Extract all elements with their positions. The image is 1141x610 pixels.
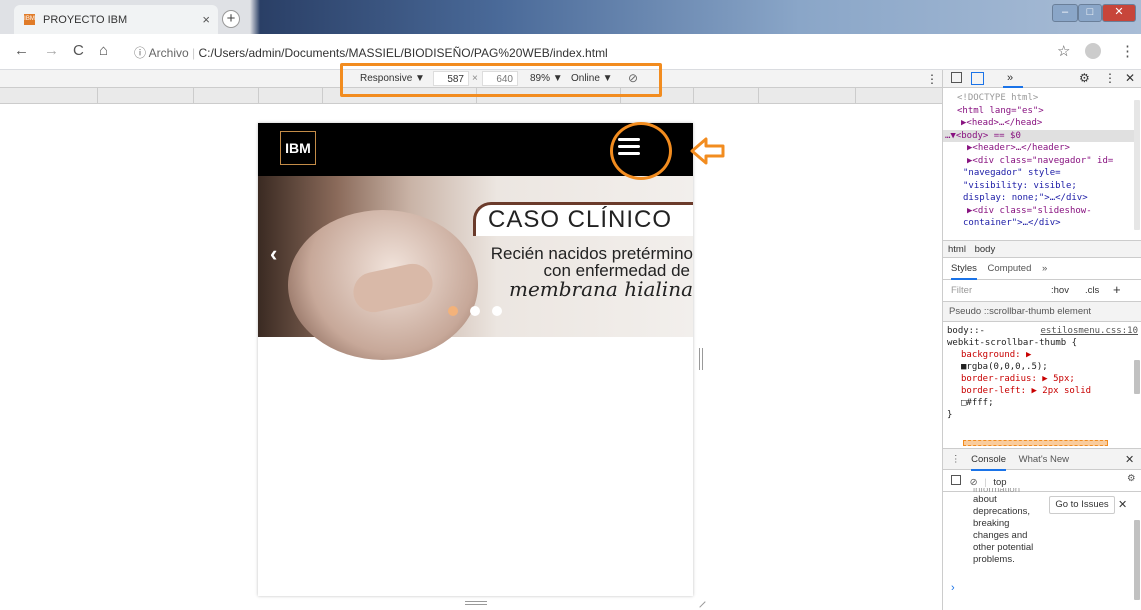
- console-line-1: about: [973, 494, 997, 505]
- settings-gear-icon[interactable]: ⚙: [1079, 71, 1090, 85]
- sidebar-toggle-icon[interactable]: [951, 475, 961, 485]
- console-context-select[interactable]: top: [993, 477, 1006, 488]
- minimize-button[interactable]: –: [1052, 4, 1078, 22]
- slide-dot-2[interactable]: [470, 306, 480, 316]
- elements-tree[interactable]: <!DOCTYPE html> <html lang="es"> ▶<head>…: [943, 88, 1141, 240]
- site-info-icon[interactable]: ⓘ Archivo: [134, 46, 189, 60]
- inspect-icon[interactable]: [951, 72, 962, 83]
- slide-title: CASO CLÍNICO: [473, 202, 693, 236]
- url-text: C:/Users/admin/Documents/MASSIEL/BIODISE…: [198, 46, 608, 60]
- maximize-button[interactable]: □: [1078, 4, 1102, 22]
- more-panels-icon[interactable]: »: [1007, 72, 1013, 84]
- styles-more-icon[interactable]: »: [1042, 263, 1047, 274]
- tab-whats-new[interactable]: What's New: [1019, 454, 1069, 465]
- console-line-4: changes and: [973, 530, 1028, 541]
- slide-prev-icon[interactable]: ‹: [270, 241, 277, 267]
- resize-handle-right[interactable]: [699, 348, 703, 370]
- dom-div-navegador[interactable]: ▶<div class="navegador" id=: [957, 155, 1138, 168]
- devtools-panel: » ⚙ ⋮ ✕ <!DOCTYPE html> <html lang="es">…: [942, 70, 1141, 610]
- console-message: information about deprecations, breaking…: [973, 488, 1053, 566]
- styles-filter-row: Filter :hov .cls +: [943, 280, 1141, 302]
- rule-selector[interactable]: body::-: [947, 326, 985, 336]
- console-prompt[interactable]: ›: [951, 582, 955, 594]
- rule-prop-2[interactable]: border-radius: ▶ 5px;: [947, 373, 1138, 385]
- rule-prop-1[interactable]: background: ▶: [947, 349, 1138, 361]
- dom-div-slideshow[interactable]: ▶<div class="slideshow-: [957, 205, 1138, 218]
- new-rule-button[interactable]: +: [1113, 282, 1121, 297]
- dom-head[interactable]: ▶<head>…</head>: [957, 117, 1138, 130]
- tab-title: PROYECTO IBM: [43, 13, 128, 26]
- dom-div-navegador-3: "visibility: visible;: [963, 180, 1077, 191]
- device-toggle-icon[interactable]: [971, 72, 984, 85]
- elements-scrollbar[interactable]: [1134, 100, 1140, 230]
- device-more-icon[interactable]: ⋮: [926, 72, 938, 86]
- pointer-arrow-icon: [690, 137, 725, 165]
- clear-console-icon[interactable]: ⊘: [970, 477, 978, 488]
- devtools-toolbar: » ⚙ ⋮ ✕: [943, 70, 1141, 88]
- tab-favicon: IBM: [24, 14, 35, 25]
- rule-close: }: [947, 410, 953, 420]
- slideshow: ‹ CASO CLÍNICO Recién nacidos pretérmino…: [258, 176, 693, 360]
- device-toolbar-highlight: [340, 63, 662, 97]
- dismiss-issues-icon[interactable]: ✕: [1118, 498, 1127, 511]
- slide-dot-3[interactable]: [492, 306, 502, 316]
- console-line-2: deprecations,: [973, 506, 1031, 517]
- drawer-close-icon[interactable]: ✕: [1125, 453, 1134, 466]
- pseudo-element-header: Pseudo ::scrollbar-thumb element: [943, 302, 1141, 322]
- console-settings-icon[interactable]: ⚙: [1127, 473, 1136, 484]
- go-to-issues-button[interactable]: Go to Issues: [1049, 496, 1115, 514]
- browser-menu-icon[interactable]: ⋮: [1120, 42, 1135, 60]
- console-line-5: other potential: [973, 542, 1034, 553]
- css-rule[interactable]: body::- estilosmenu.css:10 webkit-scrollb…: [943, 322, 1141, 422]
- drawer-menu-icon[interactable]: ⋮: [951, 454, 961, 465]
- tab-styles[interactable]: Styles: [951, 263, 977, 280]
- url-field[interactable]: ⓘ Archivo | C:/Users/admin/Documents/MAS…: [134, 44, 608, 61]
- slide-subtitle-line3: membrana hialina: [508, 277, 693, 301]
- console-line-3: breaking: [973, 518, 1010, 529]
- bookmark-star-icon[interactable]: ☆: [1057, 42, 1070, 60]
- styles-scrollbar[interactable]: [1134, 360, 1140, 394]
- breadcrumb: html body: [943, 240, 1141, 258]
- breadcrumb-body[interactable]: body: [975, 244, 996, 255]
- devtools-menu-icon[interactable]: ⋮: [1104, 71, 1116, 85]
- cls-button[interactable]: .cls: [1085, 285, 1099, 296]
- drawer-tabs: ⋮ Console What's New ✕: [943, 448, 1141, 471]
- dom-html[interactable]: <html lang="es">: [957, 105, 1138, 118]
- styles-tabs: Styles Computed »: [943, 258, 1141, 280]
- new-tab-button[interactable]: +: [222, 10, 240, 28]
- hamburger-highlight-circle: [610, 122, 672, 180]
- hov-button[interactable]: :hov: [1051, 285, 1069, 296]
- browser-tab[interactable]: IBM PROYECTO IBM ×: [14, 5, 218, 34]
- slide-dot-1[interactable]: [448, 306, 458, 316]
- console-scrollbar[interactable]: [1134, 520, 1140, 600]
- rule-selector-2: webkit-scrollbar-thumb {: [947, 338, 1078, 348]
- rule-prop-1-value[interactable]: ■rgba(0,0,0,.5);: [947, 361, 1138, 373]
- devtools-close-icon[interactable]: ✕: [1125, 71, 1135, 85]
- forward-icon[interactable]: →: [44, 42, 59, 59]
- tab-computed[interactable]: Computed: [988, 263, 1032, 274]
- rule-prop-3-value[interactable]: □#fff;: [947, 397, 1138, 409]
- back-icon[interactable]: ←: [14, 42, 29, 59]
- rule-source-link[interactable]: estilosmenu.css:10: [1040, 325, 1138, 337]
- rule-prop-3[interactable]: border-left: ▶ 2px solid: [947, 385, 1138, 397]
- dom-div-navegador-2: "navegador" style=: [963, 168, 1061, 178]
- breadcrumb-html[interactable]: html: [948, 244, 966, 255]
- close-window-button[interactable]: ✕: [1102, 4, 1136, 22]
- console-line-6: problems.: [973, 554, 1015, 565]
- dom-doctype[interactable]: <!DOCTYPE html>: [957, 92, 1138, 105]
- site-logo[interactable]: IBM: [280, 131, 316, 165]
- resize-handle-bottom[interactable]: [465, 601, 487, 605]
- device-frame: IBM ‹ CASO CLÍNICO Recién nacidos pretér…: [258, 123, 693, 596]
- dom-header[interactable]: ▶<header>…</header>: [957, 142, 1138, 155]
- box-model-preview: [963, 440, 1108, 446]
- home-icon[interactable]: ⌂: [99, 42, 108, 59]
- styles-filter-input[interactable]: Filter: [951, 285, 972, 296]
- close-tab-icon[interactable]: ×: [202, 12, 210, 27]
- dom-div-navegador-4: display: none;">…</div>: [963, 193, 1088, 203]
- dom-body[interactable]: …▼<body> == $0: [943, 129, 1138, 142]
- extension-icon[interactable]: [1085, 43, 1101, 59]
- reload-icon[interactable]: C: [73, 42, 84, 59]
- dom-div-slideshow-2: container">…</div>: [963, 218, 1061, 228]
- tab-console[interactable]: Console: [971, 454, 1006, 471]
